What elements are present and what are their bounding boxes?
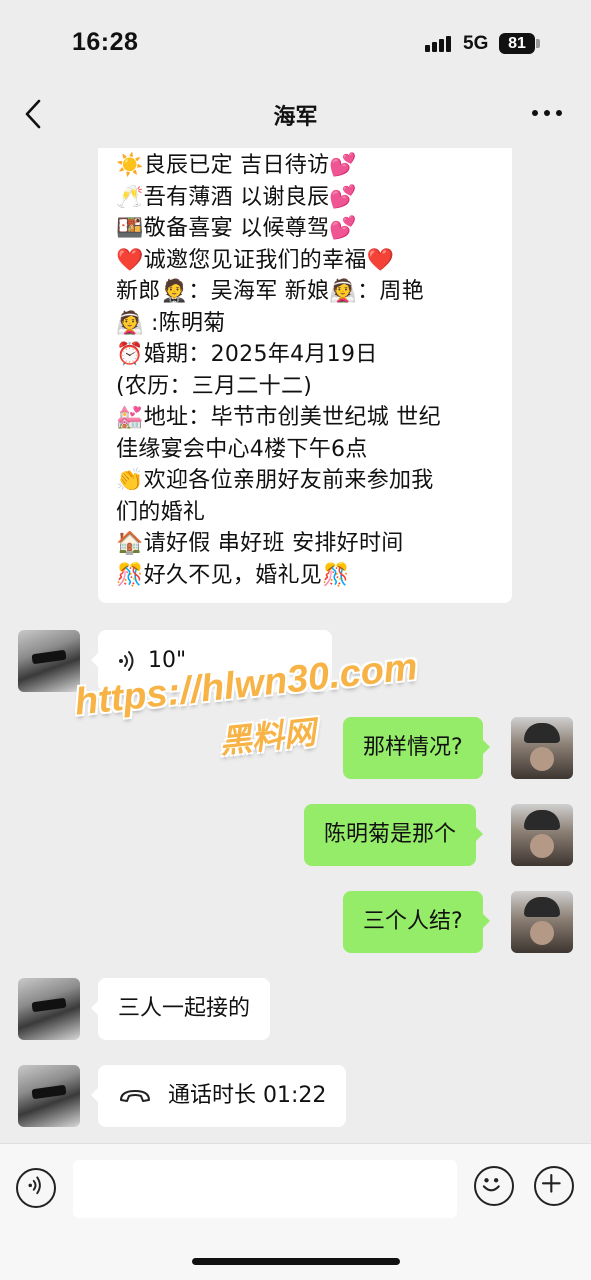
invitation-line: 佳缘宴会中心4楼下午6点 [116,436,368,462]
outgoing-message[interactable]: 三个人结? [343,891,490,953]
status-bar: 16:28 5G 81 [0,0,591,80]
more-icon[interactable] [532,110,562,118]
call-duration: 通话时长 01:22 [168,1083,327,1108]
invitation-line: 👰 :陈明菊 [116,310,226,336]
message-input[interactable] [73,1160,457,1218]
invitation-line: (农历：三月二十二) [116,373,313,399]
invitation-line: 新郎🤵：吴海军 新娘👰：周艳 [116,279,424,304]
invitation-line: 🍱敬备喜宴 以候尊驾💕 [116,216,358,241]
outgoing-message[interactable]: 陈明菊是那个 [304,804,484,866]
status-time: 16:28 [72,28,139,56]
invitation-line: 💒地址：毕节市创美世纪城 世纪 [116,405,441,430]
nav-bar: 海军 [0,80,591,148]
invitation-line: 🎊好久不见，婚礼见🎊 [116,562,350,588]
invitation-line: 们的婚礼 [116,499,206,525]
invitation-line: ❤️诚邀您见证我们的幸福❤️ [116,247,395,273]
invitation-line: ☀️良辰已定 吉日待访💕 [116,153,358,178]
network-label: 5G [463,33,489,54]
incoming-message[interactable]: 三人一起接的 [90,978,271,1040]
watermark-name: 黑料网 [218,713,318,760]
voice-input-icon[interactable] [16,1168,56,1208]
emoji-icon[interactable] [474,1166,514,1206]
invitation-line: 👏欢迎各位亲朋好友前来参加我 [116,468,434,493]
phone-icon [120,1090,150,1102]
invitation-message[interactable]: ☀️良辰已定 吉日待访💕 🥂吾有薄酒 以谢良辰💕 🍱敬备喜宴 以候尊驾💕 ❤️诚… [98,148,512,603]
chat-title: 海军 [273,105,318,130]
contact-avatar[interactable] [18,978,80,1040]
chat-area[interactable]: ☀️良辰已定 吉日待访💕 🥂吾有薄酒 以谢良辰💕 🍱敬备喜宴 以候尊驾💕 ❤️诚… [0,148,591,1143]
invitation-line: ⏰婚期：2025年4月19日 [116,342,378,367]
self-avatar[interactable] [511,891,573,953]
signal-icon [425,34,455,52]
call-record-message[interactable]: 通话时长 01:22 [90,1065,347,1127]
invitation-line: 🥂吾有薄酒 以谢良辰💕 [116,184,358,210]
contact-avatar[interactable] [18,1065,80,1127]
invitation-line: 🏠请好假 串好班 安排好时间 [116,531,404,556]
home-indicator [192,1258,400,1265]
battery-icon: 81 [499,33,535,54]
plus-icon[interactable] [534,1166,574,1206]
battery-tip [536,39,540,48]
self-avatar[interactable] [511,717,573,779]
contact-avatar[interactable] [18,630,80,692]
self-avatar[interactable] [511,804,573,866]
